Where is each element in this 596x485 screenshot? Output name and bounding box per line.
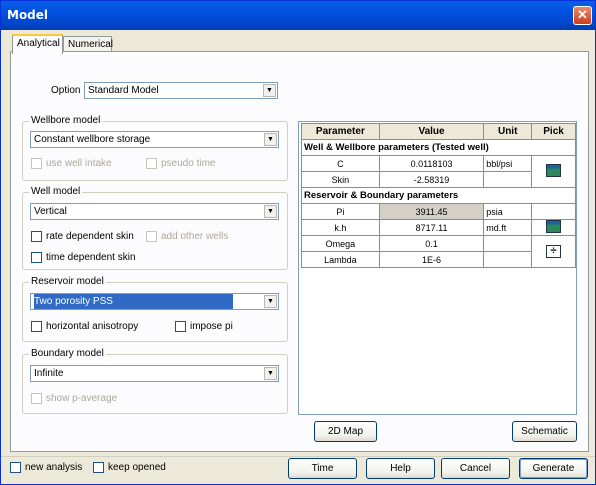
param-omega: Omega [301,235,380,252]
col-unit: Unit [483,123,533,140]
time-dependent-skin-checkbox[interactable] [31,252,42,263]
new-analysis-label: new analysis [25,462,83,473]
generate-button[interactable]: Generate [519,458,588,479]
col-parameter: Parameter [301,123,380,140]
reservoir-group-label: Reservoir model [29,276,106,287]
footer-divider [1,456,595,457]
unit-lambda[interactable] [483,251,533,268]
boundary-group: Boundary model [22,348,288,414]
impose-pi-label: impose pi [190,321,233,332]
col-value: Value [378,123,485,140]
cancel-button[interactable]: Cancel [441,458,510,479]
well-select[interactable]: Vertical ▼ [30,203,279,220]
parameter-table: Parameter Value Unit Pick Well & Wellbor… [301,123,576,268]
rate-dependent-skin-label: rate dependent skin [46,231,134,242]
show-p-average-checkbox[interactable] [31,393,42,404]
value-kh[interactable]: 8717.11 [378,219,485,236]
title-bar: Model ✕ [1,1,595,30]
table-row: Pi 3911.45 psia [301,203,576,220]
value-c[interactable]: 0.0118103 [378,155,485,172]
unit-c[interactable]: bbl/psi [483,155,533,172]
table-row: C 0.0118103 bbl/psi [301,155,576,188]
boundary-group-label: Boundary model [29,348,106,359]
chevron-down-icon: ▼ [263,84,276,97]
table-row: Omega 0.1 ÷ [301,235,576,268]
window-title: Model [7,8,49,22]
help-button[interactable]: Help [366,458,435,479]
time-dependent-skin-label: time dependent skin [46,252,136,263]
parameter-table-container: Parameter Value Unit Pick Well & Wellbor… [298,121,577,415]
time-button[interactable]: Time [288,458,357,479]
param-pi: Pi [301,203,380,220]
chevron-down-icon: ▼ [264,133,277,146]
pseudo-time-checkbox[interactable] [146,158,157,169]
divide-icon[interactable]: ÷ [546,245,562,258]
well-value: Vertical [34,206,67,217]
value-lambda[interactable]: 1E-6 [378,251,485,268]
keep-opened-checkbox[interactable] [93,462,104,473]
calculator-icon[interactable] [546,220,562,233]
keep-opened-label: keep opened [108,462,166,473]
chevron-down-icon: ▼ [264,367,277,380]
use-well-intake-label: use well intake [46,158,112,169]
section-well-wellbore: Well & Wellbore parameters (Tested well) [301,139,576,156]
well-group-label: Well model [29,186,83,197]
show-p-average-label: show p-average [46,393,118,404]
value-omega[interactable]: 0.1 [378,235,485,252]
section-reservoir-boundary: Reservoir & Boundary parameters [301,187,576,204]
option-label: Option [51,85,81,96]
param-lambda: Lambda [301,251,380,268]
reservoir-select[interactable]: Two porosity PSS ▼ [30,293,279,310]
unit-kh[interactable]: md.ft [483,219,533,236]
chevron-down-icon: ▼ [264,205,277,218]
value-skin[interactable]: -2.58319 [378,171,485,188]
option-value: Standard Model [88,85,159,96]
add-other-wells-checkbox[interactable] [146,231,157,242]
model-dialog: Model ✕ Analytical Numerical Option Stan… [0,0,596,485]
option-select[interactable]: Standard Model ▼ [84,82,278,99]
wellbore-group: Wellbore model [22,115,288,181]
param-c: C [301,155,380,172]
wellbore-value: Constant wellbore storage [34,134,151,145]
boundary-select[interactable]: Infinite ▼ [30,365,279,382]
pick-c-cell [531,155,576,188]
reservoir-group: Reservoir model [22,276,288,342]
rate-dependent-skin-checkbox[interactable] [31,231,42,242]
col-pick: Pick [531,123,576,140]
unit-omega[interactable] [483,235,533,252]
map-2d-button[interactable]: 2D Map [314,421,377,442]
param-kh: k.h [301,219,380,236]
new-analysis-checkbox[interactable] [10,462,21,473]
impose-pi-checkbox[interactable] [175,321,186,332]
calculator-icon[interactable] [546,164,562,177]
wellbore-select[interactable]: Constant wellbore storage ▼ [30,131,279,148]
pick-omega-cell: ÷ [531,235,576,268]
unit-pi[interactable]: psia [483,203,533,220]
wellbore-group-label: Wellbore model [29,115,103,126]
close-button[interactable]: ✕ [573,6,592,25]
use-well-intake-checkbox[interactable] [31,158,42,169]
param-skin: Skin [301,171,380,188]
close-icon: ✕ [577,7,588,22]
value-pi[interactable]: 3911.45 [378,203,485,220]
horizontal-anisotropy-label: horizontal anisotropy [46,321,139,332]
pick-kh-cell [531,219,576,236]
horizontal-anisotropy-checkbox[interactable] [31,321,42,332]
add-other-wells-label: add other wells [161,231,229,242]
table-row: k.h 8717.11 md.ft [301,219,576,236]
pseudo-time-label: pseudo time [161,158,216,169]
pick-pi-cell [531,203,576,220]
chevron-down-icon: ▼ [264,295,277,308]
schematic-button[interactable]: Schematic [512,421,577,442]
tab-analytical[interactable]: Analytical [12,34,63,54]
reservoir-value: Two porosity PSS [34,294,233,309]
unit-skin[interactable] [483,171,533,188]
boundary-value: Infinite [34,368,64,379]
